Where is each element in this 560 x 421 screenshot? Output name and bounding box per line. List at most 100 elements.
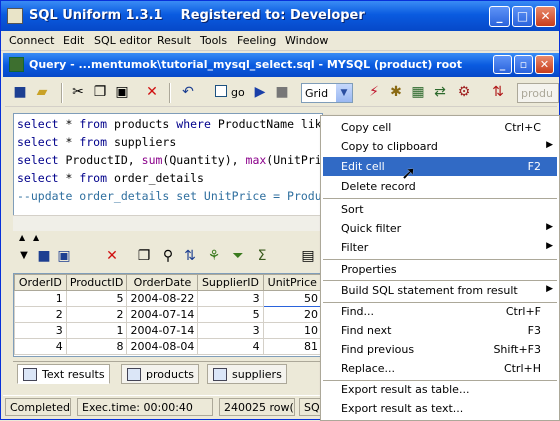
cell[interactable]: 3 xyxy=(14,322,67,339)
cell[interactable]: 8 xyxy=(65,338,128,355)
cell[interactable]: 20 xyxy=(262,306,322,323)
menu-item-export-table[interactable]: Export result as table... xyxy=(323,380,557,399)
menu-result[interactable]: Result xyxy=(157,34,191,47)
undo-icon[interactable]: ↶ xyxy=(179,83,197,101)
table-row[interactable]: 4 8 2004-08-04 4 81 xyxy=(14,338,322,355)
column-header-orderid[interactable]: OrderID xyxy=(14,274,67,291)
child-minimize-button[interactable]: _ xyxy=(493,55,512,74)
menu-tools[interactable]: Tools xyxy=(200,34,227,47)
menu-item-export-text[interactable]: Export result as text... xyxy=(323,399,557,418)
chevron-down-icon[interactable]: ▼ xyxy=(336,84,352,102)
menu-item-find-next[interactable]: Find next F3 xyxy=(323,321,557,340)
collapse-up-icon[interactable]: ▲ xyxy=(33,233,39,242)
cell[interactable]: 2004-08-04 xyxy=(126,338,199,355)
connect-icon[interactable]: ⚙ xyxy=(455,83,473,101)
menu-feeling[interactable]: Feeling xyxy=(237,34,276,47)
menu-sql-editor[interactable]: SQL editor xyxy=(94,34,152,47)
copy-icon[interactable]: ❐ xyxy=(91,83,109,101)
menu-item-edit-cell[interactable]: Edit cell F2 xyxy=(323,157,557,176)
splitter[interactable]: ▲ ▲ xyxy=(13,233,323,242)
table-icon[interactable]: ▦ xyxy=(409,83,427,101)
column-header-orderdate[interactable]: OrderDate xyxy=(126,274,199,291)
menu-connect[interactable]: Connect xyxy=(9,34,54,47)
menu-edit[interactable]: Edit xyxy=(63,34,84,47)
sum-icon[interactable]: Σ xyxy=(253,247,271,265)
menu-item-filter[interactable]: Filter ▶ xyxy=(323,238,557,257)
delete-row-icon[interactable]: ✕ xyxy=(103,247,121,265)
collapse-up-icon[interactable]: ▲ xyxy=(19,233,25,242)
tab-products[interactable]: products xyxy=(121,364,200,384)
menu-item-copy-cell[interactable]: Copy cell Ctrl+C xyxy=(323,118,557,137)
status-row-count: 240025 row(s) xyxy=(219,398,295,416)
cell[interactable]: 2004-07-14 xyxy=(126,322,199,339)
properties-icon[interactable]: ▤ xyxy=(299,247,317,265)
cell[interactable]: 10 xyxy=(262,322,322,339)
open-folder-icon[interactable]: ▰ xyxy=(33,83,51,101)
status-state: Completed xyxy=(5,398,71,416)
filter-icon[interactable]: ⏷ xyxy=(229,247,247,265)
cell[interactable]: 2 xyxy=(65,306,128,323)
table-row[interactable]: 1 5 2004-08-22 3 50 xyxy=(14,290,322,307)
close-button[interactable]: ✕ xyxy=(535,6,556,27)
save-all-icon[interactable]: ▣ xyxy=(55,247,73,265)
column-header-supplierid[interactable]: SupplierID xyxy=(197,274,264,291)
sql-editor[interactable]: select * from products where ProductName… xyxy=(13,113,323,231)
transfer-icon[interactable]: ⇅ xyxy=(489,83,507,101)
menu-item-build-sql[interactable]: Build SQL statement from result ▶ xyxy=(323,281,557,300)
cell[interactable]: 3 xyxy=(197,322,264,339)
minimize-button[interactable]: _ xyxy=(489,6,510,27)
cell[interactable]: 3 xyxy=(197,290,264,307)
table-row[interactable]: 3 1 2004-07-14 3 10 xyxy=(14,322,322,339)
menu-item-find[interactable]: Find... Ctrl+F xyxy=(323,302,557,321)
maximize-button[interactable]: □ xyxy=(512,6,533,27)
column-header-productid[interactable]: ProductID xyxy=(65,274,128,291)
stop-icon[interactable]: ■ xyxy=(273,83,291,101)
menu-item-replace[interactable]: Replace... Ctrl+H xyxy=(323,359,557,378)
go-checkbox[interactable] xyxy=(215,85,227,97)
query-window-titlebar[interactable]: Query - ...mentumok\tutorial_mysql_selec… xyxy=(3,53,559,77)
menu-item-find-previous[interactable]: Find previous Shift+F3 xyxy=(323,340,557,359)
cut-icon[interactable]: ✂ xyxy=(69,83,87,101)
menu-item-delete-record[interactable]: Delete record xyxy=(323,177,557,196)
menu-window[interactable]: Window xyxy=(285,34,328,47)
cell[interactable]: 81 xyxy=(262,338,322,355)
dropdown-icon[interactable]: ▼ xyxy=(15,247,33,265)
child-close-button[interactable]: ✕ xyxy=(535,55,554,74)
save-icon[interactable]: ■ xyxy=(11,83,29,101)
table-row[interactable]: 2 2 2004-07-14 5 20 xyxy=(14,306,322,323)
title-bar[interactable]: SQL Uniform 1.3.1 Registered to: Develop… xyxy=(1,1,559,31)
cell[interactable]: 4 xyxy=(197,338,264,355)
menu-item-quick-filter[interactable]: Quick filter ▶ xyxy=(323,219,557,238)
grid-select[interactable]: Grid ▼ xyxy=(301,83,353,103)
result-grid[interactable]: OrderID ProductID OrderDate SupplierID U… xyxy=(13,273,323,357)
find-icon[interactable]: ⚲ xyxy=(159,247,177,265)
copy-result-icon[interactable]: ❐ xyxy=(135,247,153,265)
tab-suppliers[interactable]: suppliers xyxy=(207,364,287,384)
menu-item-sort[interactable]: Sort xyxy=(323,200,557,219)
cell[interactable]: 5 xyxy=(197,306,264,323)
sync-icon[interactable]: ⇄ xyxy=(431,83,449,101)
cell[interactable]: 1 xyxy=(14,290,67,307)
cell[interactable]: 2004-08-22 xyxy=(126,290,199,307)
cell[interactable]: 2004-07-14 xyxy=(126,306,199,323)
cell[interactable]: 1 xyxy=(65,322,128,339)
save-result-icon[interactable]: ■ xyxy=(35,247,53,265)
tab-text-results[interactable]: Text results xyxy=(17,364,110,384)
sparkle-icon[interactable]: ✱ xyxy=(387,83,405,101)
column-header-unitprice[interactable]: UnitPrice xyxy=(262,274,322,291)
query-check-icon[interactable]: ⚡ xyxy=(365,83,383,101)
menu-item-properties[interactable]: Properties xyxy=(323,260,557,279)
paste-icon[interactable]: ▣ xyxy=(113,83,131,101)
child-restore-button[interactable]: ▫ xyxy=(514,55,533,74)
menu-item-copy-to-clipboard[interactable]: Copy to clipboard ▶ xyxy=(323,137,557,156)
cell[interactable]: 2 xyxy=(14,306,67,323)
delete-icon[interactable]: ✕ xyxy=(143,83,161,101)
cell[interactable]: 5 xyxy=(65,290,128,307)
cell[interactable]: 50 xyxy=(262,290,322,307)
editor-scrollbar[interactable] xyxy=(13,215,323,231)
product-field[interactable]: produ xyxy=(517,83,559,103)
quick-filter-icon[interactable]: ⚘ xyxy=(205,247,223,265)
run-icon[interactable]: ▶ xyxy=(251,83,269,101)
cell[interactable]: 4 xyxy=(14,338,67,355)
sort-icon[interactable]: ⇅ xyxy=(181,247,199,265)
